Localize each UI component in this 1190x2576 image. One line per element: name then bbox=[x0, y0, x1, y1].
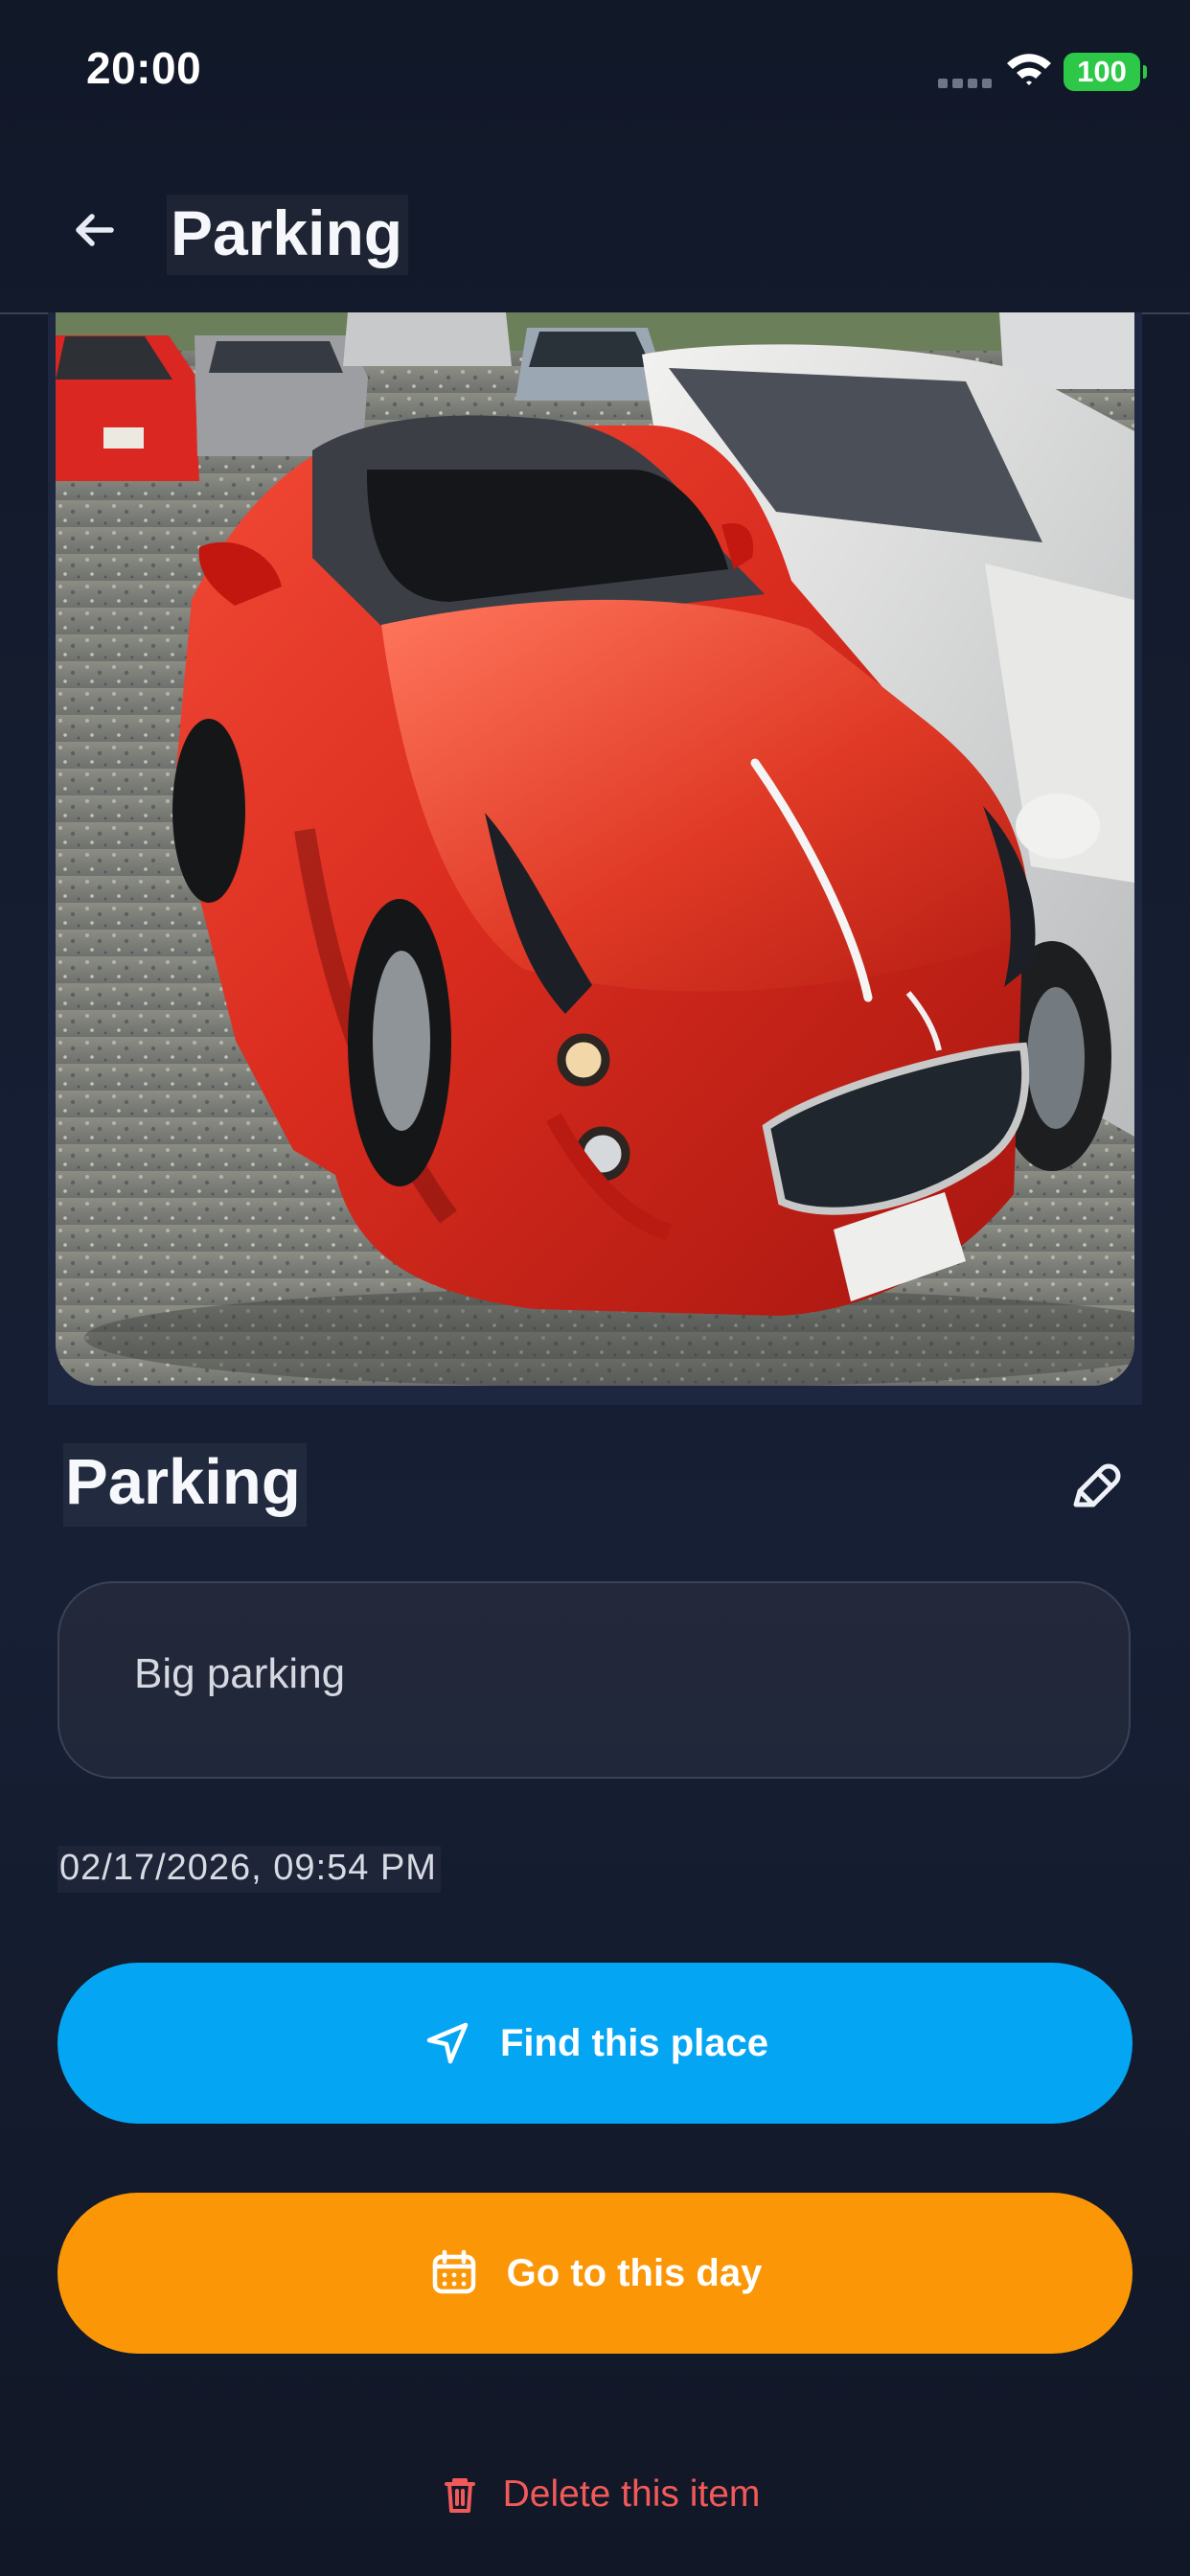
goto-button-label: Go to this day bbox=[506, 2251, 763, 2294]
signal-dots-icon bbox=[938, 79, 992, 88]
arrow-left-icon bbox=[76, 214, 114, 246]
find-this-place-button[interactable]: Find this place bbox=[57, 1963, 1133, 2124]
battery-icon: 100 bbox=[1064, 53, 1147, 91]
trash-icon bbox=[444, 2478, 475, 2513]
car-photo-image bbox=[56, 312, 1134, 1386]
pencil-icon bbox=[1073, 1463, 1121, 1507]
navigation-arrow-icon bbox=[426, 2022, 469, 2064]
go-to-this-day-button[interactable]: Go to this day bbox=[57, 2193, 1133, 2354]
edit-button[interactable] bbox=[1059, 1457, 1124, 1522]
back-button[interactable] bbox=[59, 194, 136, 270]
find-button-label: Find this place bbox=[499, 2021, 769, 2064]
description-text: Big parking bbox=[134, 1650, 346, 1697]
delete-item-button[interactable]: Delete this item bbox=[412, 2467, 786, 2522]
calendar-icon bbox=[432, 2249, 475, 2294]
parking-detail-screen: 20:00 100 Parking Parking Big parking 02… bbox=[0, 0, 1190, 2576]
description-card[interactable]: Big parking bbox=[57, 1581, 1131, 1779]
page-title: Parking bbox=[167, 195, 409, 275]
status-time: 20:00 bbox=[86, 43, 202, 93]
wifi-icon bbox=[1007, 54, 1051, 85]
timestamp: 02/17/2026, 09:54 PM bbox=[57, 1846, 441, 1893]
delete-button-label: Delete this item bbox=[502, 2473, 761, 2515]
car-photo[interactable] bbox=[56, 312, 1134, 1386]
status-bar: 20:00 100 bbox=[0, 0, 1190, 144]
photo-frame bbox=[48, 312, 1142, 1405]
item-title: Parking bbox=[63, 1443, 307, 1527]
top-app-bar: Parking bbox=[0, 144, 1190, 314]
